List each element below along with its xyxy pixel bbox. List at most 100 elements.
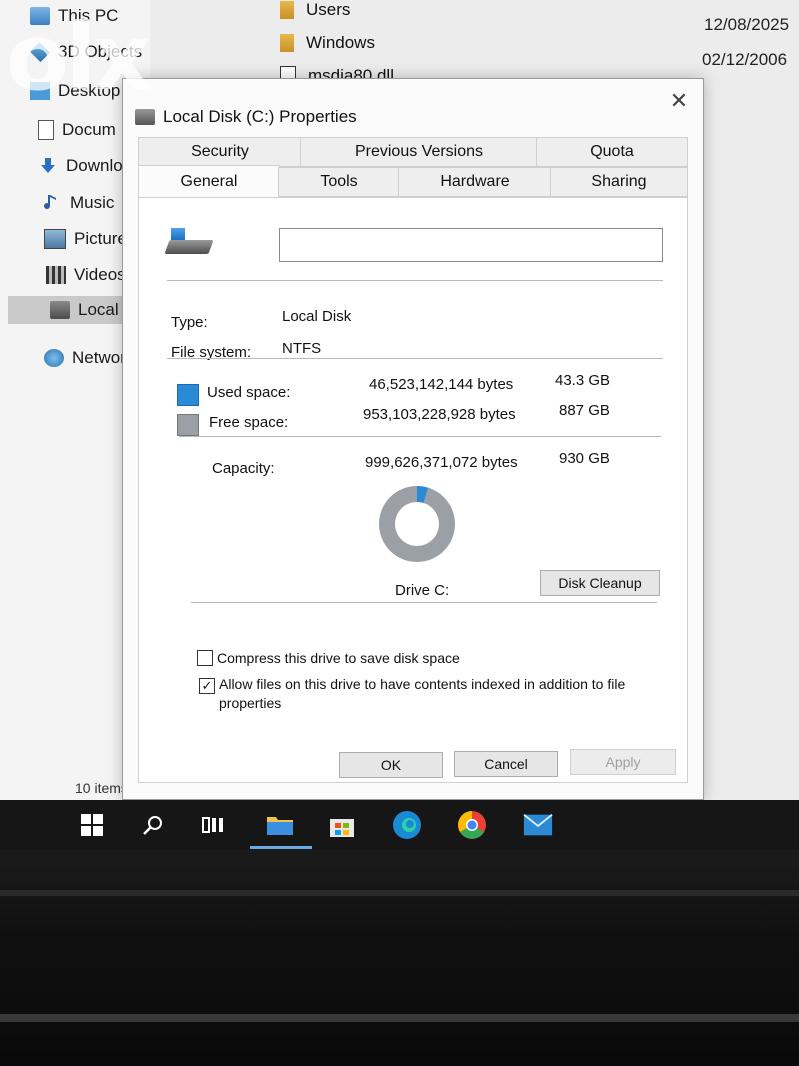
local-disk-icon <box>164 228 214 258</box>
free-space-swatch <box>177 414 199 436</box>
type-label: Type: <box>171 314 208 331</box>
cancel-label: Cancel <box>484 756 528 772</box>
nav-item-documents[interactable]: Docum <box>38 116 116 144</box>
divider <box>167 280 663 281</box>
nav-label: Videos <box>74 265 126 284</box>
drive-name-input[interactable] <box>279 228 663 262</box>
compress-label: Compress this drive to save disk space <box>217 650 460 666</box>
capacity-label: Capacity: <box>212 460 275 477</box>
type-value: Local Disk <box>282 308 352 325</box>
disk-usage-chart-hole <box>395 502 439 546</box>
watermark-logo: olx <box>6 4 152 111</box>
apply-button[interactable]: Apply <box>570 749 676 775</box>
used-space-label: Used space: <box>207 384 291 401</box>
file-item-windows[interactable]: Windows <box>280 33 375 53</box>
laptop-bezel <box>0 850 799 1066</box>
tab-sharing[interactable]: Sharing <box>550 167 688 197</box>
nav-item-videos[interactable]: Videos <box>46 261 126 289</box>
start-button[interactable] <box>77 810 107 840</box>
nav-item-network[interactable]: Network <box>44 344 134 372</box>
store-button[interactable] <box>327 810 357 840</box>
general-tab-panel: Type: Local Disk File system: NTFS Used … <box>138 197 688 783</box>
tab-general[interactable]: General <box>138 165 280 198</box>
search-button[interactable] <box>138 810 168 840</box>
tab-previous-versions[interactable]: Previous Versions <box>300 137 538 167</box>
edge-icon <box>393 811 421 839</box>
task-view-button[interactable] <box>198 810 228 840</box>
drive-label: Drive C: <box>395 582 450 599</box>
nav-item-music[interactable]: Music <box>42 189 114 217</box>
active-app-indicator <box>250 846 312 849</box>
folder-icon <box>267 817 293 835</box>
file-system-value: NTFS <box>282 340 322 357</box>
disk-cleanup-button[interactable]: Disk Cleanup <box>540 570 660 596</box>
tab-label: Security <box>191 143 249 160</box>
file-item-users[interactable]: Users <box>280 0 350 20</box>
divider <box>167 358 663 359</box>
screen: This PC 3D Objects Desktop Docum Downlo … <box>0 0 799 800</box>
chrome-button[interactable] <box>457 810 487 840</box>
apply-label: Apply <box>605 754 641 770</box>
nav-label: Docum <box>62 120 116 139</box>
nav-label: Music <box>70 193 115 212</box>
file-date: 02/12/2006 <box>702 50 788 69</box>
nav-item-downloads[interactable]: Downlo <box>38 152 123 180</box>
divider <box>191 602 657 603</box>
nav-label: Downlo <box>66 156 123 175</box>
free-space-bytes: 953,103,228,928 bytes <box>363 406 516 423</box>
cancel-button[interactable]: Cancel <box>454 751 558 777</box>
downloads-icon <box>38 157 58 175</box>
ok-button[interactable]: OK <box>339 752 443 778</box>
laptop-hinge <box>0 890 799 896</box>
divider <box>179 436 661 437</box>
tab-label: Tools <box>320 173 358 190</box>
file-explorer-button[interactable] <box>265 810 295 840</box>
tab-hardware[interactable]: Hardware <box>398 167 552 197</box>
tab-quota[interactable]: Quota <box>536 137 688 167</box>
index-checkbox[interactable]: ✓ <box>199 678 215 694</box>
store-icon <box>330 819 354 837</box>
tab-label: Previous Versions <box>354 143 484 160</box>
tab-label: Quota <box>590 143 634 160</box>
free-space-gb: 887 GB <box>559 402 610 419</box>
close-icon: ✕ <box>669 88 689 113</box>
tab-label: Sharing <box>591 173 647 190</box>
windows-icon <box>81 814 103 836</box>
properties-dialog: Local Disk (C:) Properties ✕ Security Pr… <box>122 78 704 800</box>
index-label-line1: Allow files on this drive to have conten… <box>219 676 626 692</box>
file-name: Users <box>306 0 351 19</box>
used-space-swatch <box>177 384 199 406</box>
edge-button[interactable] <box>392 810 422 840</box>
drive-title-icon <box>135 109 155 125</box>
tab-security[interactable]: Security <box>138 137 302 167</box>
task-view-icon <box>202 817 223 833</box>
tab-label: Hardware <box>440 173 510 190</box>
mail-button[interactable] <box>523 810 553 840</box>
free-space-label: Free space: <box>209 414 289 431</box>
local-disk-icon <box>50 301 70 319</box>
documents-icon <box>38 120 54 140</box>
capacity-gb: 930 GB <box>559 450 610 467</box>
capacity-bytes: 999,626,371,072 bytes <box>365 454 518 471</box>
file-date: 12/08/2025 <box>704 15 790 34</box>
compress-checkbox[interactable] <box>197 650 213 666</box>
folder-icon <box>280 1 294 19</box>
videos-icon <box>46 266 66 284</box>
file-name: Windows <box>306 33 375 52</box>
network-icon <box>44 349 64 367</box>
close-button[interactable]: ✕ <box>667 89 691 113</box>
ok-label: OK <box>380 757 402 773</box>
dialog-title: Local Disk (C:) Properties <box>163 107 357 126</box>
mail-icon <box>523 813 553 836</box>
tab-tools[interactable]: Tools <box>278 167 400 197</box>
check-icon: ✓ <box>201 678 213 693</box>
status-bar-item-count: 10 items <box>75 780 128 796</box>
folder-icon <box>280 34 294 52</box>
taskbar <box>0 800 799 850</box>
used-space-bytes: 46,523,142,144 bytes <box>369 376 514 393</box>
search-icon <box>143 816 162 835</box>
disk-cleanup-label: Disk Cleanup <box>558 575 642 591</box>
laptop-edge <box>0 1014 799 1022</box>
tab-label: General <box>180 173 238 190</box>
index-label-line2: properties <box>219 695 282 711</box>
